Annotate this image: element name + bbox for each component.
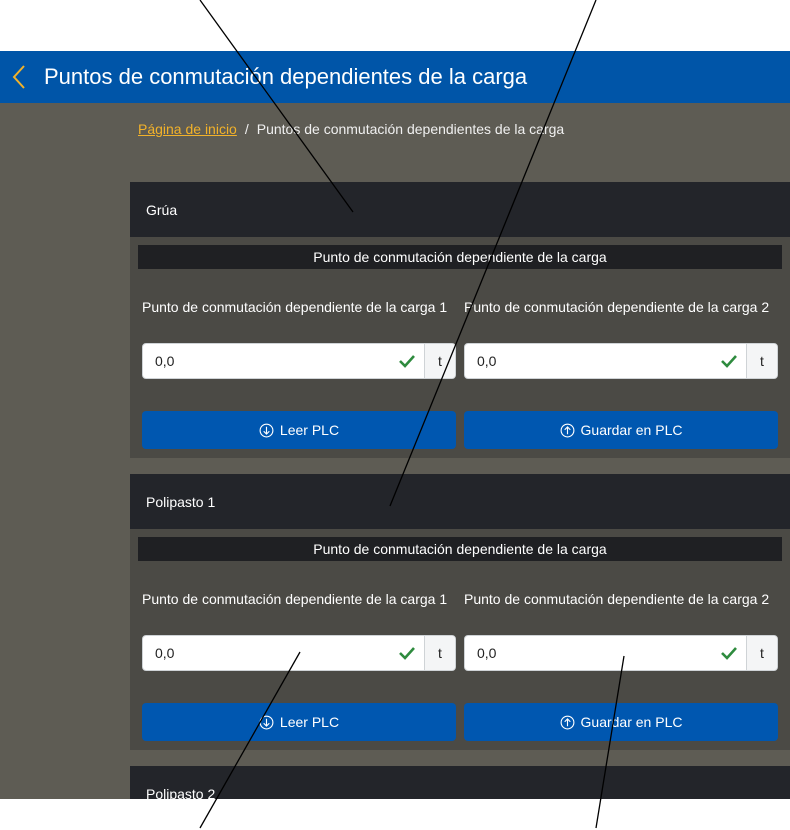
arrow-down-circle-icon (259, 715, 274, 729)
arrow-up-circle-icon (560, 715, 574, 729)
check-icon (712, 344, 746, 378)
app-window: Puntos de conmutación dependientes de la… (0, 51, 790, 799)
switch-point-1-input[interactable] (143, 636, 390, 670)
save-plc-label: Guardar en PLC (580, 422, 683, 438)
save-plc-button[interactable]: Guardar en PLC (464, 411, 778, 449)
section-header: Polipasto 1 (130, 474, 790, 529)
breadcrumb: Página de inicio / Puntos de conmutación d… (138, 121, 564, 137)
section-body: Punto de conmutación dependiente de la c… (130, 529, 790, 750)
read-plc-label: Leer PLC (279, 422, 340, 438)
read-plc-label: Leer PLC (279, 714, 340, 730)
switch-point-2-input[interactable] (465, 344, 712, 378)
field-label: Punto de conmutación dependiente de la c… (142, 299, 448, 315)
field-switch-point-1: Punto de conmutación dependiente de la c… (142, 295, 456, 379)
unit-label: t (746, 636, 777, 670)
breadcrumb-current: Puntos de conmutación dependientes de la… (256, 121, 565, 137)
section-subtitle: Punto de conmutación dependiente de la c… (138, 537, 782, 561)
unit-label: t (746, 344, 777, 378)
save-plc-label: Guardar en PLC (580, 714, 683, 730)
section-header: Polipasto 2 (130, 766, 790, 799)
breadcrumb-separator: / (244, 121, 249, 137)
back-button[interactable] (0, 51, 38, 103)
check-icon (712, 636, 746, 670)
chevron-left-icon (12, 65, 25, 89)
unit-label: t (424, 636, 455, 670)
page-title: Puntos de conmutación dependientes de la… (44, 64, 528, 89)
check-icon (390, 636, 424, 670)
input-group: t (142, 343, 456, 379)
switch-point-1-input[interactable] (143, 344, 390, 378)
field-label: Punto de conmutación dependiente de la c… (464, 591, 770, 607)
input-group: t (142, 635, 456, 671)
section-header: Grúa (130, 182, 790, 237)
field-switch-point-2: Punto de conmutación dependiente de la c… (464, 587, 778, 671)
unit-label: t (424, 344, 455, 378)
header-bar: Puntos de conmutación dependientes de la… (0, 51, 790, 103)
breadcrumb-home-link[interactable]: Página de inicio (138, 121, 237, 137)
switch-point-2-input[interactable] (465, 636, 712, 670)
arrow-up-circle-icon (560, 423, 574, 437)
input-group: t (464, 635, 778, 671)
save-plc-button[interactable]: Guardar en PLC (464, 703, 778, 741)
read-plc-button[interactable]: Leer PLC (142, 411, 456, 449)
check-icon (390, 344, 424, 378)
section-grua: Grúa Punto de conmutación dependiente de… (130, 182, 790, 458)
field-label: Punto de conmutación dependiente de la c… (142, 591, 448, 607)
section-polipasto-2: Polipasto 2 (130, 766, 790, 799)
field-switch-point-1: Punto de conmutación dependiente de la c… (142, 587, 456, 671)
section-body: Punto de conmutación dependiente de la c… (130, 237, 790, 458)
section-polipasto-1: Polipasto 1 Punto de conmutación dependi… (130, 474, 790, 750)
section-subtitle: Punto de conmutación dependiente de la c… (138, 245, 782, 269)
read-plc-button[interactable]: Leer PLC (142, 703, 456, 741)
field-switch-point-2: Punto de conmutación dependiente de la c… (464, 295, 778, 379)
input-group: t (464, 343, 778, 379)
arrow-down-circle-icon (259, 423, 274, 437)
field-label: Punto de conmutación dependiente de la c… (464, 299, 770, 315)
